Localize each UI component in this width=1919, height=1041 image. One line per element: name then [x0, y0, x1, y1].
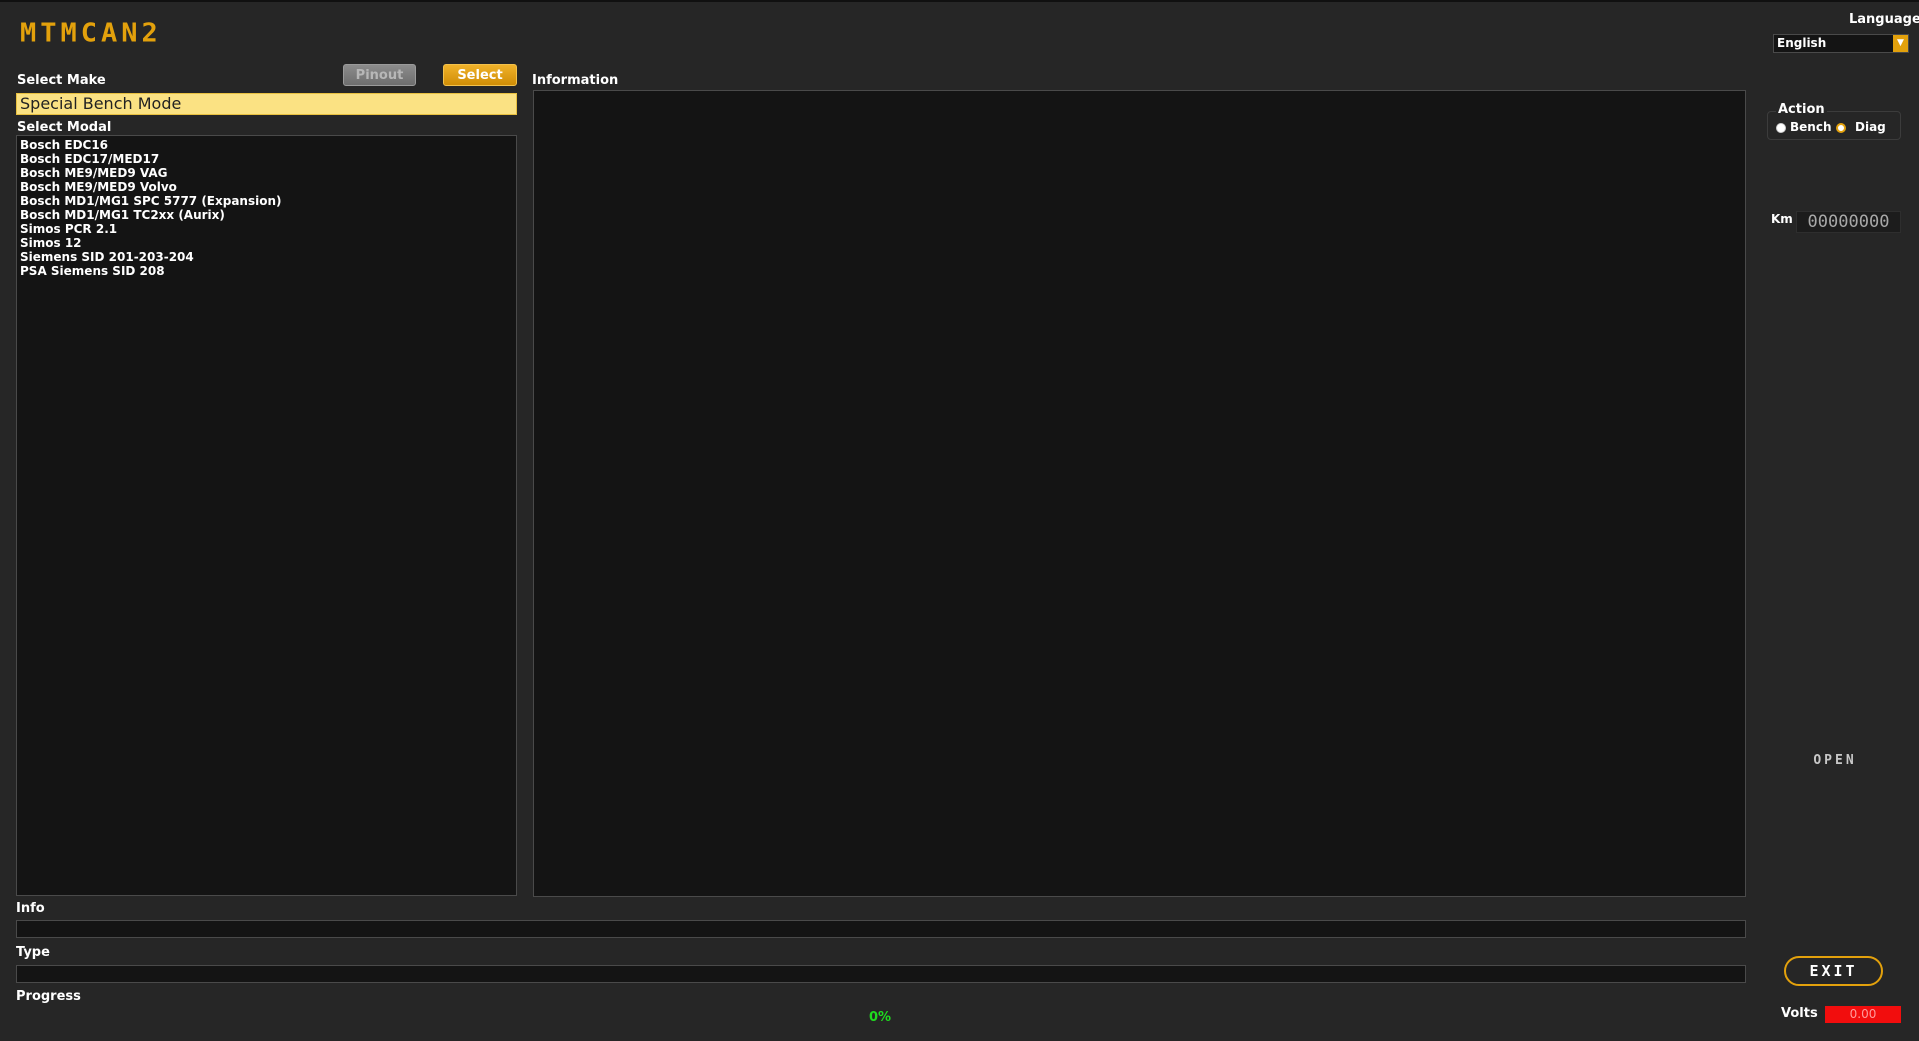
pinout-button[interactable]: Pinout [343, 64, 416, 86]
type-label: Type [16, 945, 50, 960]
list-item[interactable]: Bosch ME9/MED9 Volvo [20, 180, 513, 194]
list-item[interactable]: Bosch EDC16 [20, 138, 513, 152]
type-bar [16, 965, 1746, 983]
action-label: Action [1776, 102, 1827, 117]
information-label: Information [532, 73, 619, 88]
select-make-label: Select Make [17, 73, 106, 88]
select-model-label: Select Modal [17, 120, 112, 135]
list-item[interactable]: Bosch ME9/MED9 VAG [20, 166, 513, 180]
list-item[interactable]: Bosch MD1/MG1 SPC 5777 (Expansion) [20, 194, 513, 208]
volts-label: Volts [1781, 1006, 1818, 1021]
list-item[interactable]: PSA Siemens SID 208 [20, 264, 513, 278]
open-button[interactable]: OPEN [1795, 753, 1875, 768]
list-item[interactable]: Siemens SID 201-203-204 [20, 250, 513, 264]
language-selected-value: English [1777, 36, 1827, 50]
language-label: Language [1849, 12, 1919, 27]
app-logo: MTMCAN2 [20, 18, 162, 49]
information-panel[interactable] [533, 90, 1746, 897]
make-combo[interactable]: Special Bench Mode [16, 93, 517, 115]
main-window: MTMCAN2 Select Make Pinout Select Specia… [0, 0, 1919, 1041]
diag-radio[interactable] [1836, 123, 1846, 133]
select-button[interactable]: Select [443, 64, 517, 86]
list-item[interactable]: Simos 12 [20, 236, 513, 250]
progress-percent: 0% [868, 1010, 892, 1025]
volts-value: 0.00 [1825, 1006, 1901, 1023]
info-label: Info [16, 901, 45, 916]
language-select[interactable]: English ▼ [1773, 34, 1909, 53]
list-item[interactable]: Bosch MD1/MG1 TC2xx (Aurix) [20, 208, 513, 222]
bench-radio-label[interactable]: Bench [1790, 120, 1831, 134]
diag-radio-label[interactable]: Diag [1855, 120, 1886, 134]
km-label: Km [1771, 212, 1793, 226]
list-item[interactable]: Simos PCR 2.1 [20, 222, 513, 236]
chevron-down-icon[interactable]: ▼ [1893, 35, 1908, 52]
exit-button[interactable]: EXIT [1784, 956, 1883, 986]
info-bar [16, 920, 1746, 938]
km-field[interactable]: 00000000 [1796, 211, 1901, 233]
model-list[interactable]: Bosch EDC16 Bosch EDC17/MED17 Bosch ME9/… [16, 135, 517, 896]
progress-label: Progress [16, 989, 81, 1004]
bench-radio[interactable] [1776, 123, 1786, 133]
list-item[interactable]: Bosch EDC17/MED17 [20, 152, 513, 166]
